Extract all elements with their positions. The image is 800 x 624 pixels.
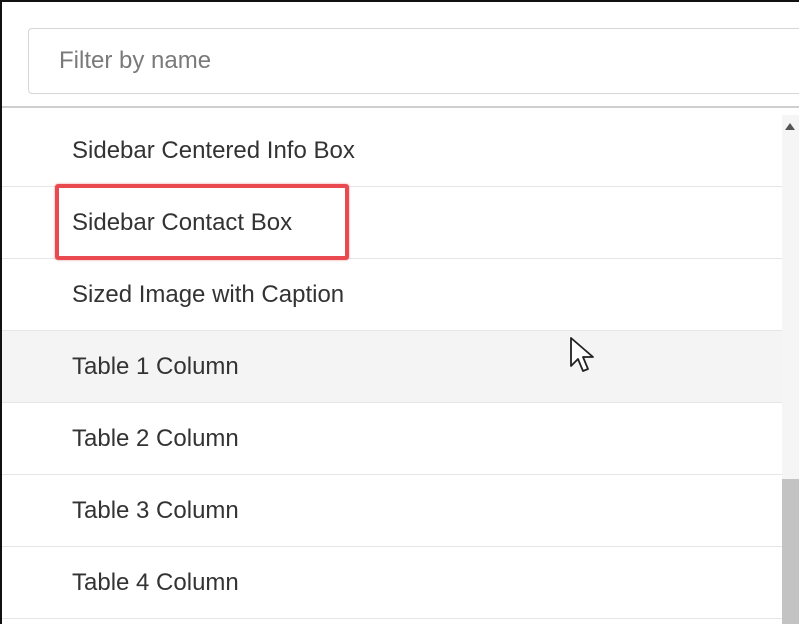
filter-divider: [2, 106, 799, 108]
list-item[interactable]: Sized Image with Caption: [2, 259, 782, 331]
list-scrollbar[interactable]: [782, 115, 799, 624]
list-item[interactable]: Table 1 Column: [2, 331, 782, 403]
scrollbar-thumb[interactable]: [782, 479, 799, 624]
filter-area: [2, 2, 799, 108]
scroll-up-arrow-icon[interactable]: [785, 123, 795, 130]
snippet-list: Sidebar Centered Info Box Sidebar Contac…: [2, 115, 782, 624]
list-item[interactable]: Table 4 Column: [2, 547, 782, 619]
list-item[interactable]: Sidebar Centered Info Box: [2, 115, 782, 187]
snippet-picker-panel: Sidebar Centered Info Box Sidebar Contac…: [0, 0, 799, 624]
list-item[interactable]: Sidebar Contact Box: [2, 187, 782, 259]
filter-by-name-input[interactable]: [28, 28, 799, 94]
mouse-pointer-icon: [570, 337, 594, 372]
list-item[interactable]: Table 3 Column: [2, 475, 782, 547]
list-item[interactable]: Table 2 Column: [2, 403, 782, 475]
